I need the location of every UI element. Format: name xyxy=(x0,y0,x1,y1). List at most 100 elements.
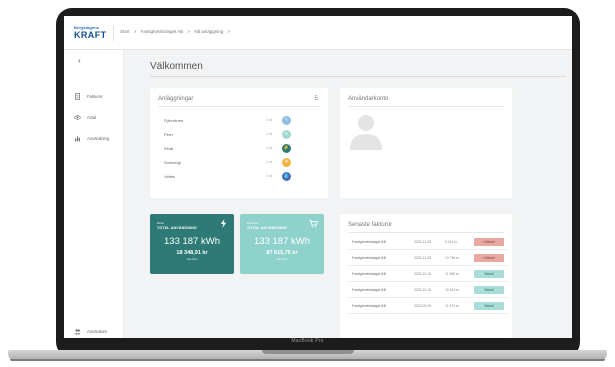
plant-value: 1 st xyxy=(266,146,272,150)
invoice-customer: Fastighetsbolaget AB xyxy=(352,304,386,308)
top-bar: Bergslagens KRAFT Start > Fastighetsbola… xyxy=(64,16,572,50)
breadcrumb-separator: > xyxy=(227,29,231,34)
plant-name: Elnät xyxy=(164,145,174,151)
table-row[interactable]: Fastighetsbolaget AB 2023-10-31 11 285 k… xyxy=(348,268,508,282)
plant-value: 1 st xyxy=(266,174,272,178)
power-icon: ⚡ xyxy=(282,143,291,153)
sidebar-item-usage[interactable]: Användning xyxy=(74,134,109,142)
card-divider xyxy=(158,106,320,107)
invoice-date: 2023-10-31 xyxy=(414,272,432,276)
invoice-customer: Fastighetsbolaget AB xyxy=(352,272,386,276)
sun-icon: ☀ xyxy=(282,157,291,167)
sidebar-footer-label: Användare xyxy=(87,329,108,334)
water-icon: 💧 xyxy=(282,171,291,181)
card-divider xyxy=(348,232,504,233)
invoices-card-heading: Senaste fakturor xyxy=(348,222,393,228)
invoice-amount: 13 756 kr xyxy=(445,256,460,260)
sidebar-item-label: Fakturor xyxy=(87,93,103,99)
breadcrumb: Start > Fastighetsbolaget AB > Nå anlägg… xyxy=(120,29,233,34)
kpi-small-label: Elnät xyxy=(157,221,164,225)
kpi-cost: 18 348,91 kr xyxy=(176,250,208,256)
table-row[interactable]: Fastighetsbolaget AB 2023-09-30 11 574 k… xyxy=(348,300,508,314)
list-item[interactable]: Vatten 1 st 💧 xyxy=(164,171,300,181)
kpi-period: Jan-Dec xyxy=(276,257,288,261)
invoice-icon xyxy=(75,92,80,100)
logo-main-text: KRAFT xyxy=(74,30,107,40)
lightning-icon xyxy=(220,219,227,228)
card-divider xyxy=(348,106,504,107)
fiber-icon: ∿ xyxy=(282,129,291,139)
sidebar-item-users[interactable]: Användare xyxy=(74,328,107,335)
list-item[interactable]: Solenergi 1 st ☀ xyxy=(164,157,300,167)
plants-card-heading: Anläggningar xyxy=(158,96,194,102)
laptop-screen: Bergslagens KRAFT Start > Fastighetsbola… xyxy=(64,16,572,338)
plant-name: Vatten xyxy=(164,173,176,179)
plants-count: 5 xyxy=(314,96,318,102)
kpi-value: 133 187 kWh xyxy=(254,236,310,247)
invoice-amount: 6 314 kr xyxy=(445,240,458,244)
plant-value: 1 st xyxy=(266,118,272,122)
breadcrumb-separator: > xyxy=(133,29,137,34)
plants-card: Anläggningar 5 Fjärrvärme 1 st ≈ Fiber 1… xyxy=(150,88,328,198)
chevron-left-icon[interactable]: ‹ xyxy=(78,56,81,65)
user-account-card: Användarkonto xyxy=(340,88,512,198)
user-card-heading: Användarkonto xyxy=(348,96,389,102)
kpi-label: TOTAL ANVÄNDNING xyxy=(157,226,198,230)
status-badge: Betald xyxy=(474,286,504,294)
users-icon xyxy=(74,329,81,335)
invoice-customer: Fastighetsbolaget AB xyxy=(352,256,386,260)
invoices-card: Senaste fakturor Fastighetsbolaget AB 20… xyxy=(340,214,512,338)
kpi-period: Jan-Dec xyxy=(186,257,198,261)
cart-icon xyxy=(309,219,318,228)
invoice-date: 2023-09-30 xyxy=(414,304,432,308)
invoice-amount: 18 512 kr xyxy=(445,288,460,292)
plant-name: Fiber xyxy=(164,131,174,137)
table-row[interactable]: Fastighetsbolaget AB 2023-11-30 13 756 k… xyxy=(348,252,508,266)
breadcrumb-company[interactable]: Fastighetsbolaget AB xyxy=(141,29,184,34)
table-row[interactable]: Fastighetsbolaget AB 2023-11-30 6 314 kr… xyxy=(348,236,508,250)
plant-value: 1 st xyxy=(266,160,272,164)
sidebar: ‹ Fakturor Avtal Användning Användare xyxy=(64,50,124,338)
kpi-label: TOTAL ANVÄNDNING xyxy=(247,226,288,230)
plant-name: Fjärrvärme xyxy=(164,117,184,123)
sidebar-item-label: Användning xyxy=(87,135,110,141)
list-item[interactable]: Elnät 1 st ⚡ xyxy=(164,143,300,153)
sidebar-item-invoices[interactable]: Fakturor xyxy=(74,92,103,100)
status-badge: Betald xyxy=(474,270,504,278)
kpi-small-label: Elhandel xyxy=(247,221,259,225)
invoice-customer: Fastighetsbolaget AB xyxy=(352,240,386,244)
device-label: MacBook Pro xyxy=(291,338,324,344)
kpi-card-trade[interactable]: Elhandel TOTAL ANVÄNDNING 133 187 kWh 87… xyxy=(240,214,324,274)
stage: Bergslagens KRAFT Start > Fastighetsbola… xyxy=(0,0,615,367)
title-divider xyxy=(150,76,566,77)
kpi-value: 133 187 kWh xyxy=(164,236,220,247)
page-title: Välkommen xyxy=(150,61,203,72)
list-item[interactable]: Fiber 1 st ∿ xyxy=(164,129,300,139)
laptop-notch xyxy=(262,350,354,354)
heat-icon: ≈ xyxy=(282,115,291,125)
breadcrumb-start[interactable]: Start xyxy=(120,29,130,34)
list-item[interactable]: Fjärrvärme 1 st ≈ xyxy=(164,115,300,125)
plant-value: 1 st xyxy=(266,132,272,136)
sidebar-item-label: Avtal xyxy=(87,114,97,120)
status-badge: Obetald xyxy=(474,254,504,262)
sidebar-item-contract[interactable]: Avtal xyxy=(74,113,96,121)
table-row[interactable]: Fastighetsbolaget AB 2023-10-31 18 512 k… xyxy=(348,284,508,298)
invoice-date: 2023-11-30 xyxy=(414,240,432,244)
invoice-customer: Fastighetsbolaget AB xyxy=(352,288,386,292)
eye-icon xyxy=(74,114,81,120)
kpi-cost: 87 615,75 kr xyxy=(266,250,298,256)
laptop-foot xyxy=(10,359,605,361)
avatar xyxy=(350,115,382,150)
plant-name: Solenergi xyxy=(164,159,181,165)
status-badge: Obetald xyxy=(474,238,504,246)
kpi-card-grid[interactable]: Elnät TOTAL ANVÄNDNING 133 187 kWh 18 34… xyxy=(150,214,234,274)
invoice-amount: 11 574 kr xyxy=(445,304,459,308)
chart-icon xyxy=(75,135,80,141)
breadcrumb-separator: > xyxy=(187,29,191,34)
invoice-date: 2023-11-30 xyxy=(414,256,432,260)
brand-logo[interactable]: Bergslagens KRAFT xyxy=(74,25,107,40)
invoice-amount: 11 285 kr xyxy=(445,272,459,276)
breadcrumb-plant[interactable]: Nå anläggning xyxy=(194,29,223,34)
breadcrumb-divider xyxy=(113,25,114,41)
